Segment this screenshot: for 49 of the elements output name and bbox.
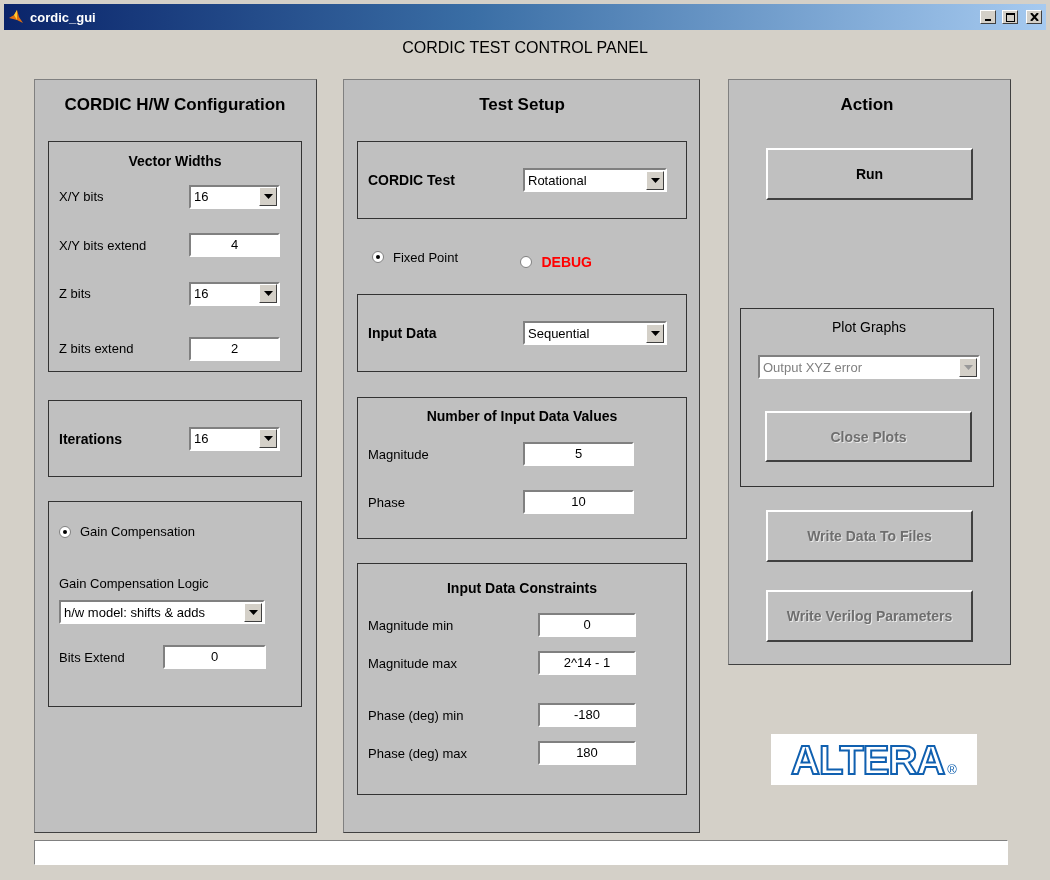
field-label: Bits Extend (59, 649, 126, 665)
field-label: Z bits extend (59, 341, 135, 357)
input-field[interactable]: 2 (189, 336, 280, 361)
logo: ALTERA® (771, 734, 977, 785)
panel-title: CORDIC H/W Configuration (63, 95, 287, 115)
maximize-button[interactable] (1002, 10, 1018, 24)
dropdown[interactable]: 16 (189, 426, 280, 451)
field-label: Phase (deg) min (368, 707, 465, 723)
app-icon (8, 9, 24, 25)
input-field[interactable]: 10 (523, 490, 634, 514)
field-label: Phase (deg) max (368, 745, 468, 761)
field-label: Magnitude max (368, 655, 458, 671)
group-title: Input Data Constraints (445, 580, 599, 598)
field-label: Phase (368, 494, 406, 510)
panel-title: Test Setup (478, 95, 566, 115)
dropdown[interactable]: Sequential (523, 321, 667, 345)
field-label: Magnitude (368, 446, 430, 462)
radio-button[interactable]: Gain Compensation (59, 524, 291, 539)
field-label: Z bits (59, 286, 92, 302)
panel-heading: CORDIC TEST CONTROL PANEL (401, 39, 649, 58)
push-button[interactable]: Run (766, 148, 973, 200)
group-title: Vector Widths (127, 153, 223, 170)
panel-title: Action (839, 95, 895, 115)
window-title: cordic_gui (30, 9, 96, 25)
input-field[interactable]: 2^14 - 1 (538, 651, 636, 675)
close-button[interactable] (1026, 10, 1042, 24)
radio-button[interactable]: Fixed Point (372, 244, 459, 270)
field-label: Magnitude min (368, 617, 455, 633)
field-label: Gain Compensation Logic (59, 576, 210, 591)
group-title: Plot Graphs (831, 319, 907, 337)
input-field[interactable]: 180 (538, 741, 636, 765)
maximize-icon (1005, 12, 1015, 22)
input-field[interactable]: -180 (538, 703, 636, 727)
input-field[interactable]: 4 (189, 233, 280, 258)
minimize-button[interactable] (980, 10, 996, 24)
field-label: Iterations (59, 430, 123, 447)
input-field[interactable]: 0 (538, 613, 636, 637)
input-field[interactable]: 0 (163, 645, 266, 669)
field-label: X/Y bits extend (59, 237, 148, 253)
group-title: Number of Input Data Values (425, 408, 619, 424)
close-icon (1029, 13, 1039, 21)
field-label: Input Data (368, 325, 438, 341)
dropdown[interactable]: h/w model: shifts & adds (59, 600, 265, 624)
field-label: CORDIC Test (368, 172, 456, 188)
dropdown[interactable]: 16 (189, 184, 280, 209)
input-field[interactable]: 5 (523, 442, 634, 466)
field-label: X/Y bits (59, 189, 105, 205)
dropdown[interactable]: 16 (189, 281, 280, 306)
dropdown[interactable]: Rotational (523, 168, 667, 192)
